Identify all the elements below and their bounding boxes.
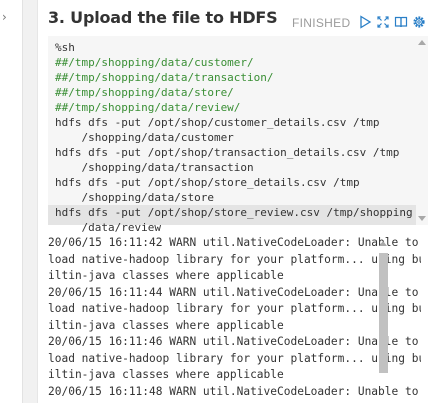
code-line[interactable]: /shopping/data/transaction bbox=[55, 160, 253, 175]
left-panel: › bbox=[0, 0, 23, 403]
output-line: iltin-java classes where applicable bbox=[48, 318, 284, 332]
notebook-paragraph: 3. Upload the file to HDFS FINISHED %sh … bbox=[37, 0, 430, 403]
output-line: 20/06/15 16:11:42 WARN util.NativeCodeLo… bbox=[48, 236, 419, 249]
code-line[interactable]: /shopping/data/store bbox=[55, 190, 213, 205]
output-line: load native-hadoop library for your plat… bbox=[48, 302, 421, 315]
output-line: 20/06/15 16:11:48 WARN util.NativeCodeLo… bbox=[48, 384, 419, 398]
output-line: 20/06/15 16:11:44 WARN util.NativeCodeLo… bbox=[48, 285, 419, 299]
code-line[interactable]: ##/tmp/shopping/data/customer/ bbox=[55, 55, 254, 70]
scroll-down-icon[interactable] bbox=[418, 216, 426, 221]
code-line[interactable]: hdfs dfs -put /opt/shop/customer_details… bbox=[55, 115, 380, 130]
code-line[interactable]: hdfs dfs -put /opt/shop/transaction_deta… bbox=[55, 145, 399, 160]
code-editor[interactable]: %sh ##/tmp/shopping/data/customer/ ##/tm… bbox=[48, 36, 428, 234]
output-line: iltin-java classes where applicable bbox=[48, 368, 284, 381]
output-line: iltin-java classes where applicable bbox=[48, 269, 284, 282]
code-line[interactable]: /data/review bbox=[55, 220, 160, 235]
paragraph-title[interactable]: 3. Upload the file to HDFS bbox=[48, 8, 278, 27]
run-icon[interactable] bbox=[358, 14, 372, 29]
code-line[interactable]: ##/tmp/shopping/data/transaction/ bbox=[55, 70, 274, 85]
expand-icon[interactable] bbox=[376, 14, 390, 28]
code-line[interactable]: ##/tmp/shopping/data/review/ bbox=[55, 100, 240, 115]
settings-icon[interactable] bbox=[412, 14, 426, 28]
code-line[interactable]: ##/tmp/shopping/data/store/ bbox=[55, 85, 234, 100]
chevron-right-icon[interactable]: › bbox=[2, 10, 7, 24]
paragraph-header: 3. Upload the file to HDFS FINISHED bbox=[38, 0, 430, 34]
scroll-up-icon[interactable] bbox=[379, 241, 387, 246]
code-line[interactable]: hdfs dfs -put /opt/shop/store_details.cs… bbox=[55, 175, 360, 190]
code-line[interactable]: %sh bbox=[55, 40, 75, 55]
editor-scrollbar[interactable] bbox=[416, 36, 428, 225]
scroll-up-icon[interactable] bbox=[418, 40, 426, 45]
output-line: load native-hadoop library for your plat… bbox=[48, 252, 421, 266]
output-line: load native-hadoop library for your plat… bbox=[48, 351, 421, 365]
code-line[interactable]: /shopping/data/customer bbox=[55, 130, 233, 145]
output-scrollbar[interactable] bbox=[377, 237, 390, 403]
book-icon[interactable] bbox=[394, 14, 408, 28]
scrollbar-thumb[interactable] bbox=[379, 253, 388, 373]
code-line-active[interactable]: hdfs dfs -put /opt/shop/store_review.csv… bbox=[48, 205, 416, 220]
paragraph-output: 20/06/15 16:11:42 WARN util.NativeCodeLo… bbox=[48, 235, 421, 403]
status-label: FINISHED bbox=[292, 16, 351, 30]
output-line: 20/06/15 16:11:46 WARN util.NativeCodeLo… bbox=[48, 335, 419, 348]
